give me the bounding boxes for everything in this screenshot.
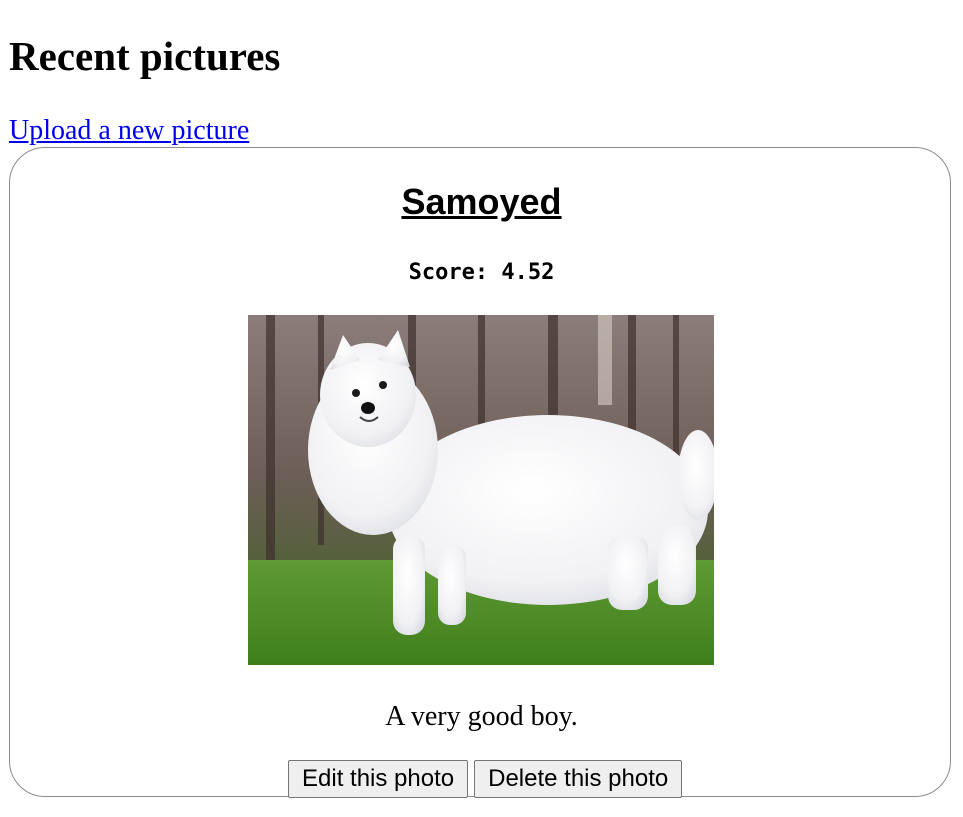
photo-title: Samoyed [0, 178, 963, 226]
photo-title-link[interactable]: Samoyed [401, 181, 561, 222]
photo-description: A very good boy. [385, 701, 578, 732]
upload-picture-link[interactable]: Upload a new picture [9, 113, 249, 149]
delete-photo-button[interactable]: Delete this photo [474, 760, 683, 798]
edit-photo-button[interactable]: Edit this photo [288, 760, 469, 798]
page-title: Recent pictures [9, 33, 281, 79]
photo-image [248, 315, 714, 665]
score-text: Score: 4.52 [408, 260, 555, 285]
photo-actions: Edit this photo Delete this photo [288, 760, 683, 798]
